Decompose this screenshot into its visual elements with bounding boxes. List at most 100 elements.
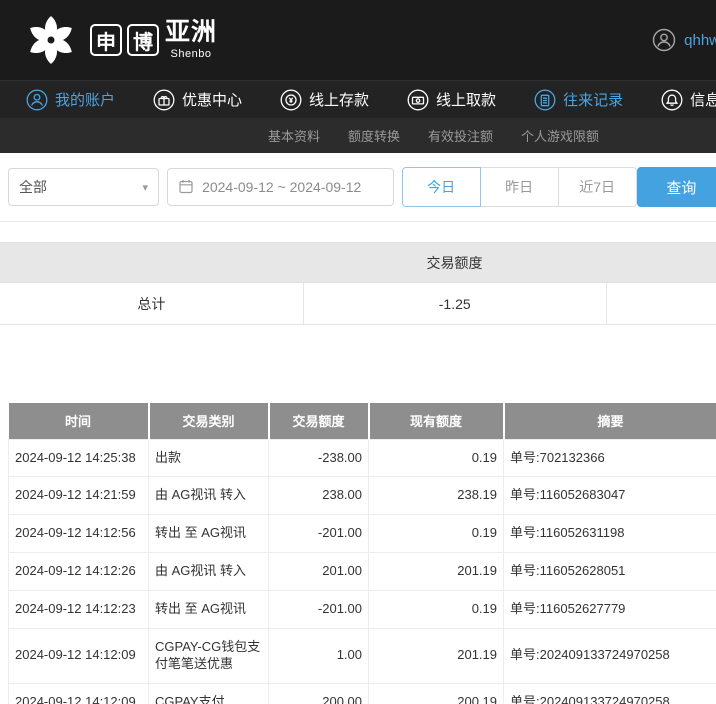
nav-label: 往来记录	[563, 89, 623, 110]
col-header-type: 交易类别	[149, 403, 269, 439]
summary-empty-cell	[606, 283, 716, 325]
date-range-input[interactable]: 2024-09-12 ~ 2024-09-12	[167, 168, 394, 206]
today-button[interactable]: 今日	[402, 167, 481, 207]
cell-memo: 单号:202409133724970258	[504, 628, 716, 683]
cell-amount: -201.00	[269, 591, 369, 629]
deposit-coin-icon	[280, 89, 302, 111]
nav-item-promotions[interactable]: 优惠中心	[153, 89, 242, 111]
subnav-item-valid-bets[interactable]: 有效投注额	[428, 126, 493, 145]
cell-amount: 200.00	[269, 683, 369, 704]
cell-time: 2024-09-12 14:12:09	[9, 628, 149, 683]
nav-item-deposit[interactable]: 线上存款	[280, 89, 369, 111]
search-button[interactable]: 查询	[637, 167, 716, 207]
table-row: 2024-09-12 14:12:23 转出 至 AG视讯 -201.00 0.…	[9, 591, 716, 629]
username-text[interactable]: qhhw	[684, 32, 716, 49]
cell-balance: 0.19	[369, 515, 504, 553]
cell-balance: 0.19	[369, 591, 504, 629]
summary-header-row: 交易额度	[0, 243, 716, 283]
cell-time: 2024-09-12 14:12:56	[9, 515, 149, 553]
cell-type: 由 AG视讯 转入	[149, 553, 269, 591]
user-circle-icon	[26, 89, 48, 111]
table-row: 2024-09-12 14:12:09 CGPAY支付 200.00 200.1…	[9, 683, 716, 704]
cell-balance: 0.19	[369, 439, 504, 477]
col-header-time: 时间	[9, 403, 149, 439]
records-document-icon	[534, 89, 556, 111]
cell-memo: 单号:202409133724970258	[504, 683, 716, 704]
logo-en-text: Shenbo	[165, 48, 217, 60]
cell-memo: 单号:116052631198	[504, 515, 716, 553]
cell-type: 转出 至 AG视讯	[149, 515, 269, 553]
cell-balance: 200.19	[369, 683, 504, 704]
summary-total-label: 总计	[0, 283, 303, 325]
filter-bar: 全部 ▾ 2024-09-12 ~ 2024-09-12 今日 昨日 近7日 查…	[0, 153, 716, 222]
cell-time: 2024-09-12 14:25:38	[9, 439, 149, 477]
date-range-value: 2024-09-12 ~ 2024-09-12	[202, 179, 361, 195]
nav-label: 线上存款	[309, 89, 369, 110]
cell-amount: 201.00	[269, 553, 369, 591]
main-nav: 我的账户 优惠中心 线上存款 线上取款	[0, 80, 716, 118]
cell-balance: 238.19	[369, 477, 504, 515]
user-avatar-icon	[652, 28, 676, 52]
logo-wordmark-boxes: 申 博	[90, 24, 159, 56]
sub-nav: 基本资料 额度转换 有效投注额 个人游戏限额	[0, 118, 716, 153]
summary-total-value: -1.25	[303, 283, 606, 325]
table-header-row: 时间 交易类别 交易额度 现有额度 摘要	[9, 403, 716, 439]
cell-amount: -201.00	[269, 515, 369, 553]
table-row: 2024-09-12 14:12:56 转出 至 AG视讯 -201.00 0.…	[9, 515, 716, 553]
withdraw-banknote-icon	[407, 89, 429, 111]
cell-memo: 单号:116052627779	[504, 591, 716, 629]
quick-range-group: 今日 昨日 近7日	[402, 167, 637, 207]
cell-type: 出款	[149, 439, 269, 477]
last7days-button[interactable]: 近7日	[558, 167, 637, 207]
cell-balance: 201.19	[369, 628, 504, 683]
chevron-down-icon: ▾	[143, 181, 149, 194]
logo[interactable]: 申 博 亚洲 Shenbo	[24, 13, 217, 67]
transactions-table: 时间 交易类别 交易额度 现有额度 摘要 2024-09-12 14:25:38…	[8, 403, 716, 704]
cell-type: 由 AG视讯 转入	[149, 477, 269, 515]
yesterday-button[interactable]: 昨日	[480, 167, 559, 207]
cell-time: 2024-09-12 14:12:26	[9, 553, 149, 591]
logo-char-2: 博	[127, 24, 159, 56]
bell-icon	[661, 89, 683, 111]
type-select[interactable]: 全部 ▾	[8, 168, 159, 206]
col-header-balance: 现有额度	[369, 403, 504, 439]
nav-label: 我的账户	[55, 89, 115, 110]
col-header-memo: 摘要	[504, 403, 716, 439]
summary-title: 交易额度	[0, 243, 716, 283]
nav-label: 信息	[690, 89, 716, 110]
subnav-item-credit-transfer[interactable]: 额度转换	[348, 126, 400, 145]
logo-region-text: 亚洲	[165, 20, 217, 45]
calendar-icon	[178, 178, 194, 197]
cell-time: 2024-09-12 14:21:59	[9, 477, 149, 515]
summary-table: 交易额度 总计 -1.25	[0, 242, 716, 325]
cell-memo: 单号:116052628051	[504, 553, 716, 591]
cell-time: 2024-09-12 14:12:09	[9, 683, 149, 704]
cell-amount: 238.00	[269, 477, 369, 515]
summary-total-row: 总计 -1.25	[0, 283, 716, 325]
cell-memo: 单号:116052683047	[504, 477, 716, 515]
nav-item-messages[interactable]: 信息	[661, 89, 716, 111]
type-select-value: 全部	[19, 177, 47, 197]
cell-amount: -238.00	[269, 439, 369, 477]
table-row: 2024-09-12 14:12:26 由 AG视讯 转入 201.00 201…	[9, 553, 716, 591]
nav-item-withdraw[interactable]: 线上取款	[407, 89, 496, 111]
table-row: 2024-09-12 14:12:09 CGPAY-CG钱包支付笔笔送优惠 1.…	[9, 628, 716, 683]
top-header: 申 博 亚洲 Shenbo qhhw	[0, 0, 716, 80]
page: 申 博 亚洲 Shenbo qhhw	[0, 0, 716, 704]
gift-icon	[153, 89, 175, 111]
nav-item-my-account[interactable]: 我的账户	[26, 89, 115, 111]
table-row: 2024-09-12 14:25:38 出款 -238.00 0.19 单号:7…	[9, 439, 716, 477]
subnav-item-game-limits[interactable]: 个人游戏限额	[521, 126, 599, 145]
logo-region-block: 亚洲 Shenbo	[165, 20, 217, 60]
flower-logo-icon	[24, 13, 78, 67]
cell-amount: 1.00	[269, 628, 369, 683]
subnav-item-basic-info[interactable]: 基本资料	[268, 126, 320, 145]
cell-balance: 201.19	[369, 553, 504, 591]
user-area[interactable]: qhhw	[652, 0, 716, 80]
cell-type: 转出 至 AG视讯	[149, 591, 269, 629]
nav-label: 优惠中心	[182, 89, 242, 110]
cell-type: CGPAY支付	[149, 683, 269, 704]
nav-label: 线上取款	[436, 89, 496, 110]
cell-type: CGPAY-CG钱包支付笔笔送优惠	[149, 628, 269, 683]
nav-item-records[interactable]: 往来记录	[534, 89, 623, 111]
